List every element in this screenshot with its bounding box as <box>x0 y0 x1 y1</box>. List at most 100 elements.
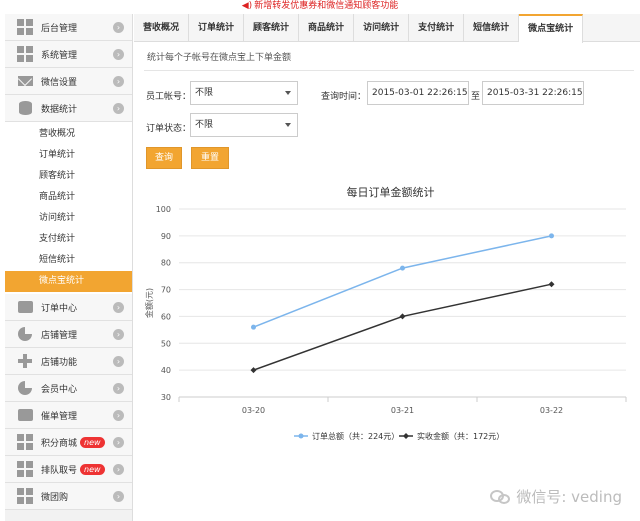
tab-visits[interactable]: 访问统计 <box>354 14 410 42</box>
sidebar-item-label: 店铺管理 <box>41 330 78 341</box>
daily-order-amount-chart: 每日订单金额统计 30 40 50 60 70 80 90 100 03-20 03-21 03-22… <box>144 179 634 479</box>
chevron-down-icon <box>285 123 291 127</box>
chevron-circle-icon[interactable]: › <box>113 463 124 475</box>
series-line <box>253 283 552 371</box>
sidebar-item-system[interactable]: 系统管理 › <box>5 41 132 68</box>
mail-icon <box>17 73 33 89</box>
sidebar-item-queue[interactable]: 排队取号 new › <box>5 456 132 483</box>
submenu-item-products[interactable]: 商品统计 <box>5 187 132 208</box>
submenu-item-orders[interactable]: 订单统计 <box>5 145 132 166</box>
tab-sms[interactable]: 短信统计 <box>464 14 520 42</box>
submenu-item-payments[interactable]: 支付统计 <box>5 229 132 250</box>
sidebar-item-label: 催单管理 <box>41 411 78 422</box>
date-separator: 至 <box>471 92 481 102</box>
y-tick-label: 90 <box>161 232 171 241</box>
speaker-icon: ◀) <box>241 1 253 11</box>
tab-weidianbao[interactable]: 微点宝统计 <box>519 14 584 43</box>
staff-account-label: 员工帐号： <box>146 92 192 102</box>
tab-revenue[interactable]: 营收概况 <box>134 14 190 42</box>
grid-icon <box>17 461 33 477</box>
announcement-bar: ◀) 新增转发优惠券和微信通知顾客功能 <box>0 0 640 12</box>
sidebar-item-label: 订单中心 <box>41 303 78 314</box>
sidebar-item-label: 会员中心 <box>41 384 78 395</box>
legend-swatch-marker <box>298 433 304 439</box>
chevron-circle-icon[interactable]: › <box>113 75 124 87</box>
date-from-input[interactable]: 2015-03-01 22:26:15 <box>367 81 469 105</box>
data-point <box>399 313 406 320</box>
sidebar-item-admin[interactable]: 后台管理 › <box>5 14 132 41</box>
sidebar-item-order-center[interactable]: 订单中心 › <box>5 294 132 321</box>
data-point <box>250 367 257 374</box>
data-point <box>251 324 256 330</box>
chevron-circle-icon[interactable]: › <box>113 48 124 60</box>
sidebar: 后台管理 › 系统管理 › 微信设置 › 数据统计 › 营收概况 订单统计 顾客… <box>5 14 133 521</box>
sidebar-item-store-manage[interactable]: 店铺管理 › <box>5 321 132 348</box>
tab-orders[interactable]: 订单统计 <box>189 14 245 42</box>
tab-payments[interactable]: 支付统计 <box>409 14 465 42</box>
staff-account-select[interactable]: 不限 <box>190 81 298 105</box>
chevron-circle-icon[interactable]: › <box>113 490 124 502</box>
sidebar-item-label: 微团购 <box>41 492 69 503</box>
sidebar-item-label: 排队取号 <box>41 465 78 476</box>
y-axis-label: 金额(元) <box>144 288 154 318</box>
chevron-circle-icon[interactable]: › <box>113 382 124 394</box>
pie-icon <box>17 326 33 342</box>
wechat-icon <box>490 488 512 506</box>
chevron-circle-icon[interactable]: › <box>113 328 124 340</box>
plus-icon <box>17 353 33 369</box>
sidebar-item-reminder[interactable]: 催单管理 › <box>5 402 132 429</box>
chevron-circle-icon[interactable]: › <box>113 21 124 33</box>
grid-icon <box>17 434 33 450</box>
sidebar-item-label: 微信设置 <box>41 77 78 88</box>
sidebar-item-store-features[interactable]: 店铺功能 › <box>5 348 132 375</box>
chevron-down-icon <box>285 91 291 95</box>
date-to-input[interactable]: 2015-03-31 22:26:15 <box>482 81 584 105</box>
y-tick-label: 30 <box>161 393 171 402</box>
sidebar-item-label: 店铺功能 <box>41 357 78 368</box>
query-time-label: 查询时间： <box>321 92 367 102</box>
x-tick-label: 03-22 <box>540 406 563 415</box>
y-tick-label: 50 <box>161 339 171 348</box>
printer-icon <box>17 407 33 423</box>
y-tick-label: 70 <box>161 286 171 295</box>
tab-customers[interactable]: 顾客统计 <box>244 14 300 42</box>
page-description: 统计每个子帐号在微点宝上下单金额 <box>144 47 634 71</box>
submenu-item-weidianbao[interactable]: 微点宝统计 <box>5 271 132 292</box>
submenu-item-customers[interactable]: 顾客统计 <box>5 166 132 187</box>
grid-icon <box>17 46 33 62</box>
order-status-select[interactable]: 不限 <box>190 113 298 137</box>
submenu-item-visits[interactable]: 访问统计 <box>5 208 132 229</box>
chart-title: 每日订单金额统计 <box>347 185 435 199</box>
reset-button[interactable]: 重置 <box>191 147 229 169</box>
sidebar-item-label: 数据统计 <box>41 104 78 115</box>
data-point <box>548 281 555 288</box>
order-status-value: 不限 <box>195 120 214 130</box>
chevron-circle-icon[interactable]: › <box>113 301 124 313</box>
legend-label: 订单总额（共：224元） <box>312 431 399 441</box>
chevron-circle-icon[interactable]: › <box>113 355 124 367</box>
submenu-item-sms[interactable]: 短信统计 <box>5 250 132 271</box>
chart-svg: 每日订单金额统计 30 40 50 60 70 80 90 100 03-20 03-21 03-22… <box>144 185 627 441</box>
data-point <box>549 233 554 239</box>
y-tick-label: 60 <box>161 312 171 321</box>
chevron-circle-icon[interactable]: › <box>113 436 124 448</box>
database-icon <box>17 100 33 116</box>
sidebar-item-statistics[interactable]: 数据统计 › <box>5 95 132 122</box>
sidebar-item-wechat[interactable]: 微信设置 › <box>5 68 132 95</box>
new-badge: new <box>80 463 105 475</box>
chevron-circle-icon[interactable]: › <box>113 102 124 114</box>
sidebar-item-member-center[interactable]: 会员中心 › <box>5 375 132 402</box>
legend-swatch-marker <box>403 433 409 439</box>
sidebar-item-label: 系统管理 <box>41 50 78 61</box>
data-point <box>400 265 405 271</box>
order-status-label: 订单状态： <box>146 124 192 134</box>
submenu-item-revenue[interactable]: 营收概况 <box>5 124 132 145</box>
printer-icon <box>17 299 33 315</box>
sidebar-item-group-buy[interactable]: 微团购 › <box>5 483 132 510</box>
pie-icon <box>17 380 33 396</box>
tab-products[interactable]: 商品统计 <box>299 14 355 42</box>
main-content: 统计每个子帐号在微点宝上下单金额 员工帐号： 不限 查询时间： 2015-03-… <box>134 43 640 521</box>
chevron-circle-icon[interactable]: › <box>113 409 124 421</box>
query-button[interactable]: 查询 <box>146 147 182 169</box>
sidebar-item-points-mall[interactable]: 积分商城 new › <box>5 429 132 456</box>
